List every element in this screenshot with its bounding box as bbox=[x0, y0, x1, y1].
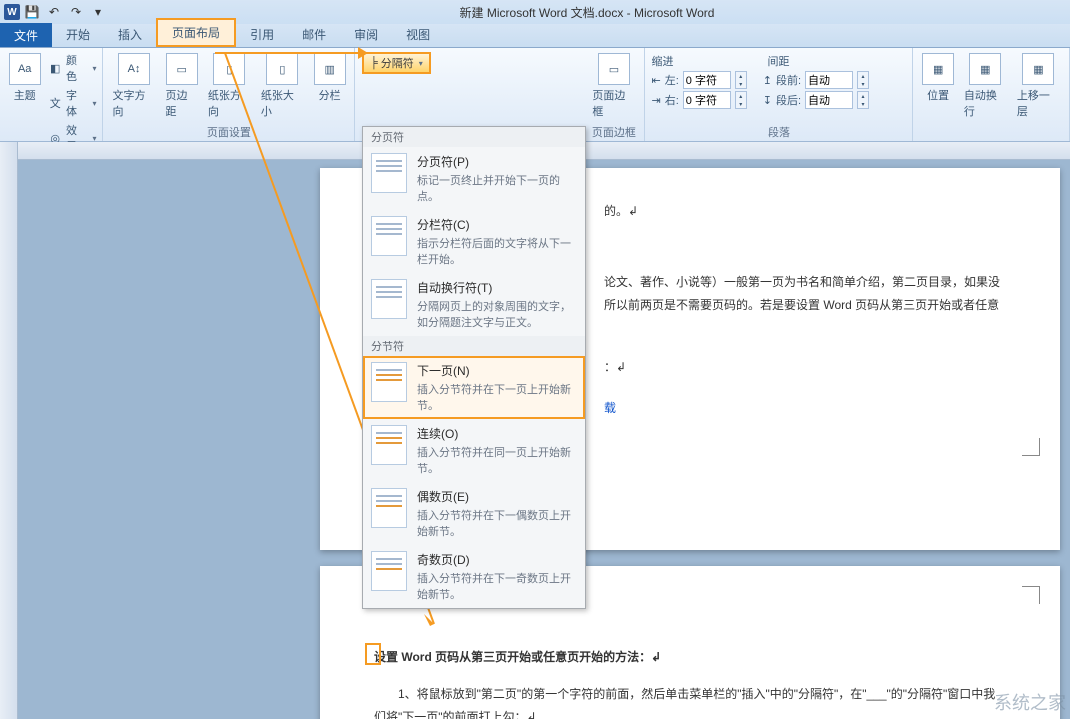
watermark: 系统之家 bbox=[994, 689, 1066, 715]
columns-icon: ▥ bbox=[314, 53, 346, 85]
page-border-icon: ▭ bbox=[598, 53, 630, 85]
tab-file[interactable]: 文件 bbox=[0, 23, 52, 47]
text-direction-icon: A↕ bbox=[118, 53, 150, 85]
orientation-icon: ▯ bbox=[213, 53, 245, 85]
odd-page-icon bbox=[371, 551, 407, 591]
indent-left-icon: ⇤ bbox=[651, 74, 660, 87]
margins-button[interactable]: ▭页边距 bbox=[163, 51, 201, 121]
theme-fonts[interactable]: 文字体 bbox=[47, 86, 96, 120]
window-title: 新建 Microsoft Word 文档.docx - Microsoft Wo… bbox=[460, 4, 715, 21]
group-arrange: ▦位置 ▦自动换行 ▦上移一层 bbox=[913, 48, 1070, 141]
margins-icon: ▭ bbox=[166, 53, 198, 85]
tab-page-layout[interactable]: 页面布局 bbox=[156, 18, 236, 47]
theme-colors[interactable]: ◧颜色 bbox=[47, 51, 96, 85]
spacing-before-input[interactable] bbox=[805, 71, 853, 89]
text-wrap-icon bbox=[371, 279, 407, 319]
page-margin-corner bbox=[1022, 438, 1040, 456]
text-direction-button[interactable]: A↕文字方向 bbox=[109, 51, 158, 121]
group-page-setup: A↕文字方向 ▭页边距 ▯纸张方向 ▯纸张大小 ▥分栏 页面设置 bbox=[103, 48, 355, 141]
tab-view[interactable]: 视图 bbox=[392, 22, 444, 47]
vertical-ruler[interactable] bbox=[0, 142, 18, 719]
doc-fragment: 所以前两页是不需要页码的。若是要设置 Word 页码从第三页开始或者任意 bbox=[604, 298, 999, 312]
orientation-button[interactable]: ▯纸张方向 bbox=[205, 51, 254, 121]
forward-icon: ▦ bbox=[1022, 53, 1054, 85]
spacing-before-spinner[interactable]: ▴▾ bbox=[857, 71, 869, 89]
group-theme: Aa 主题 ◧颜色 文字体 ◎效果 主题 bbox=[0, 48, 103, 141]
menu-item-page-break[interactable]: 分页符(P)标记一页终止并开始下一页的点。 bbox=[363, 147, 585, 210]
doc-paragraph: 1、将鼠标放到"第二页"的第一个字符的前面，然后单击菜单栏的"插入"中的"分隔符… bbox=[374, 683, 1006, 719]
menu-item-odd-page[interactable]: 奇数页(D)插入分节符并在下一奇数页上开始新节。 bbox=[363, 545, 585, 608]
arrow-head-icon bbox=[358, 47, 368, 59]
indent-right-input[interactable] bbox=[683, 91, 731, 109]
tab-home[interactable]: 开始 bbox=[52, 22, 104, 47]
menu-item-even-page[interactable]: 偶数页(E)插入分节符并在下一偶数页上开始新节。 bbox=[363, 482, 585, 545]
spacing-after-input[interactable] bbox=[805, 91, 853, 109]
spacing-after-icon: ↧ bbox=[763, 94, 772, 107]
indent-right-icon: ⇥ bbox=[651, 94, 660, 107]
bring-forward-button[interactable]: ▦上移一层 bbox=[1014, 51, 1063, 121]
columns-button[interactable]: ▥分栏 bbox=[311, 51, 348, 105]
doc-heading: 设置 Word 页码从第三页开始或任意页开始的方法：↲ bbox=[374, 646, 1006, 669]
guide-arrow bbox=[215, 52, 361, 54]
next-page-icon bbox=[371, 362, 407, 402]
position-button[interactable]: ▦位置 bbox=[919, 51, 956, 105]
position-icon: ▦ bbox=[922, 53, 954, 85]
redo-icon[interactable]: ↷ bbox=[66, 3, 86, 21]
wrap-text-button[interactable]: ▦自动换行 bbox=[961, 51, 1010, 121]
size-button[interactable]: ▯纸张大小 bbox=[258, 51, 307, 121]
save-icon[interactable]: 💾 bbox=[22, 3, 42, 21]
menu-section-page-breaks: 分页符 bbox=[363, 127, 585, 147]
tab-references[interactable]: 引用 bbox=[236, 22, 288, 47]
breaks-dropdown-menu: 分页符 分页符(P)标记一页终止并开始下一页的点。 分栏符(C)指示分栏符后面的… bbox=[362, 126, 586, 609]
breaks-icon: ╞ bbox=[370, 57, 378, 69]
indent-right-spinner[interactable]: ▴▾ bbox=[735, 91, 747, 109]
group-paragraph: 缩进 间距 ⇤ 左: ▴▾ ↥ 段前: ▴▾ ⇥ 右: ▴▾ ↧ bbox=[645, 48, 913, 141]
continuous-icon bbox=[371, 425, 407, 465]
themes-icon: Aa bbox=[9, 53, 41, 85]
menu-item-next-page[interactable]: 下一页(N)插入分节符并在下一页上开始新节。 bbox=[363, 356, 585, 419]
indent-label: 缩进 bbox=[651, 53, 673, 69]
indent-left-spinner[interactable]: ▴▾ bbox=[735, 71, 747, 89]
spacing-label: 间距 bbox=[767, 53, 789, 69]
menu-section-section-breaks: 分节符 bbox=[363, 336, 585, 356]
word-app-icon: W bbox=[4, 4, 20, 20]
tab-mail[interactable]: 邮件 bbox=[288, 22, 340, 47]
spacing-after-spinner[interactable]: ▴▾ bbox=[857, 91, 869, 109]
doc-link[interactable]: 载 bbox=[604, 401, 616, 415]
themes-button[interactable]: Aa 主题 bbox=[6, 51, 43, 105]
indent-left-input[interactable] bbox=[683, 71, 731, 89]
colors-icon: ◧ bbox=[47, 60, 63, 76]
qat-more-icon[interactable]: ▾ bbox=[88, 3, 108, 21]
ribbon: Aa 主题 ◧颜色 文字体 ◎效果 主题 A↕文字方向 ▭页边距 ▯纸张方向 ▯… bbox=[0, 48, 1070, 142]
page-break-icon bbox=[371, 153, 407, 193]
fonts-icon: 文 bbox=[47, 95, 63, 111]
menu-item-text-wrapping[interactable]: 自动换行符(T)分隔网页上的对象周围的文字，如分隔题注文字与正文。 bbox=[363, 273, 585, 336]
wrap-icon: ▦ bbox=[969, 53, 1001, 85]
cursor-highlight-box bbox=[365, 643, 381, 665]
doc-fragment: 的。↲ bbox=[604, 204, 638, 218]
column-break-icon bbox=[371, 216, 407, 256]
tab-insert[interactable]: 插入 bbox=[104, 22, 156, 47]
menu-item-continuous[interactable]: 连续(O)插入分节符并在同一页上开始新节。 bbox=[363, 419, 585, 482]
doc-fragment: 论文、著作、小说等）一般第一页为书名和简单介绍，第二页目录，如果没 bbox=[604, 275, 1000, 289]
page-margin-corner bbox=[1022, 586, 1040, 604]
tab-review[interactable]: 审阅 bbox=[340, 22, 392, 47]
doc-fragment: ：↲ bbox=[604, 360, 626, 374]
undo-icon[interactable]: ↶ bbox=[44, 3, 64, 21]
menu-item-column-break[interactable]: 分栏符(C)指示分栏符后面的文字将从下一栏开始。 bbox=[363, 210, 585, 273]
quick-access-toolbar: W 💾 ↶ ↷ ▾ bbox=[4, 3, 108, 21]
ribbon-tabs: 文件 开始 插入 页面布局 引用 邮件 审阅 视图 bbox=[0, 24, 1070, 48]
breaks-button[interactable]: ╞ 分隔符 bbox=[362, 52, 431, 74]
page-border-button[interactable]: ▭页面边框 bbox=[589, 51, 638, 121]
size-icon: ▯ bbox=[266, 53, 298, 85]
spacing-before-icon: ↥ bbox=[763, 74, 772, 87]
even-page-icon bbox=[371, 488, 407, 528]
group-page-border: ▭页面边框 页面边框 bbox=[583, 48, 645, 141]
